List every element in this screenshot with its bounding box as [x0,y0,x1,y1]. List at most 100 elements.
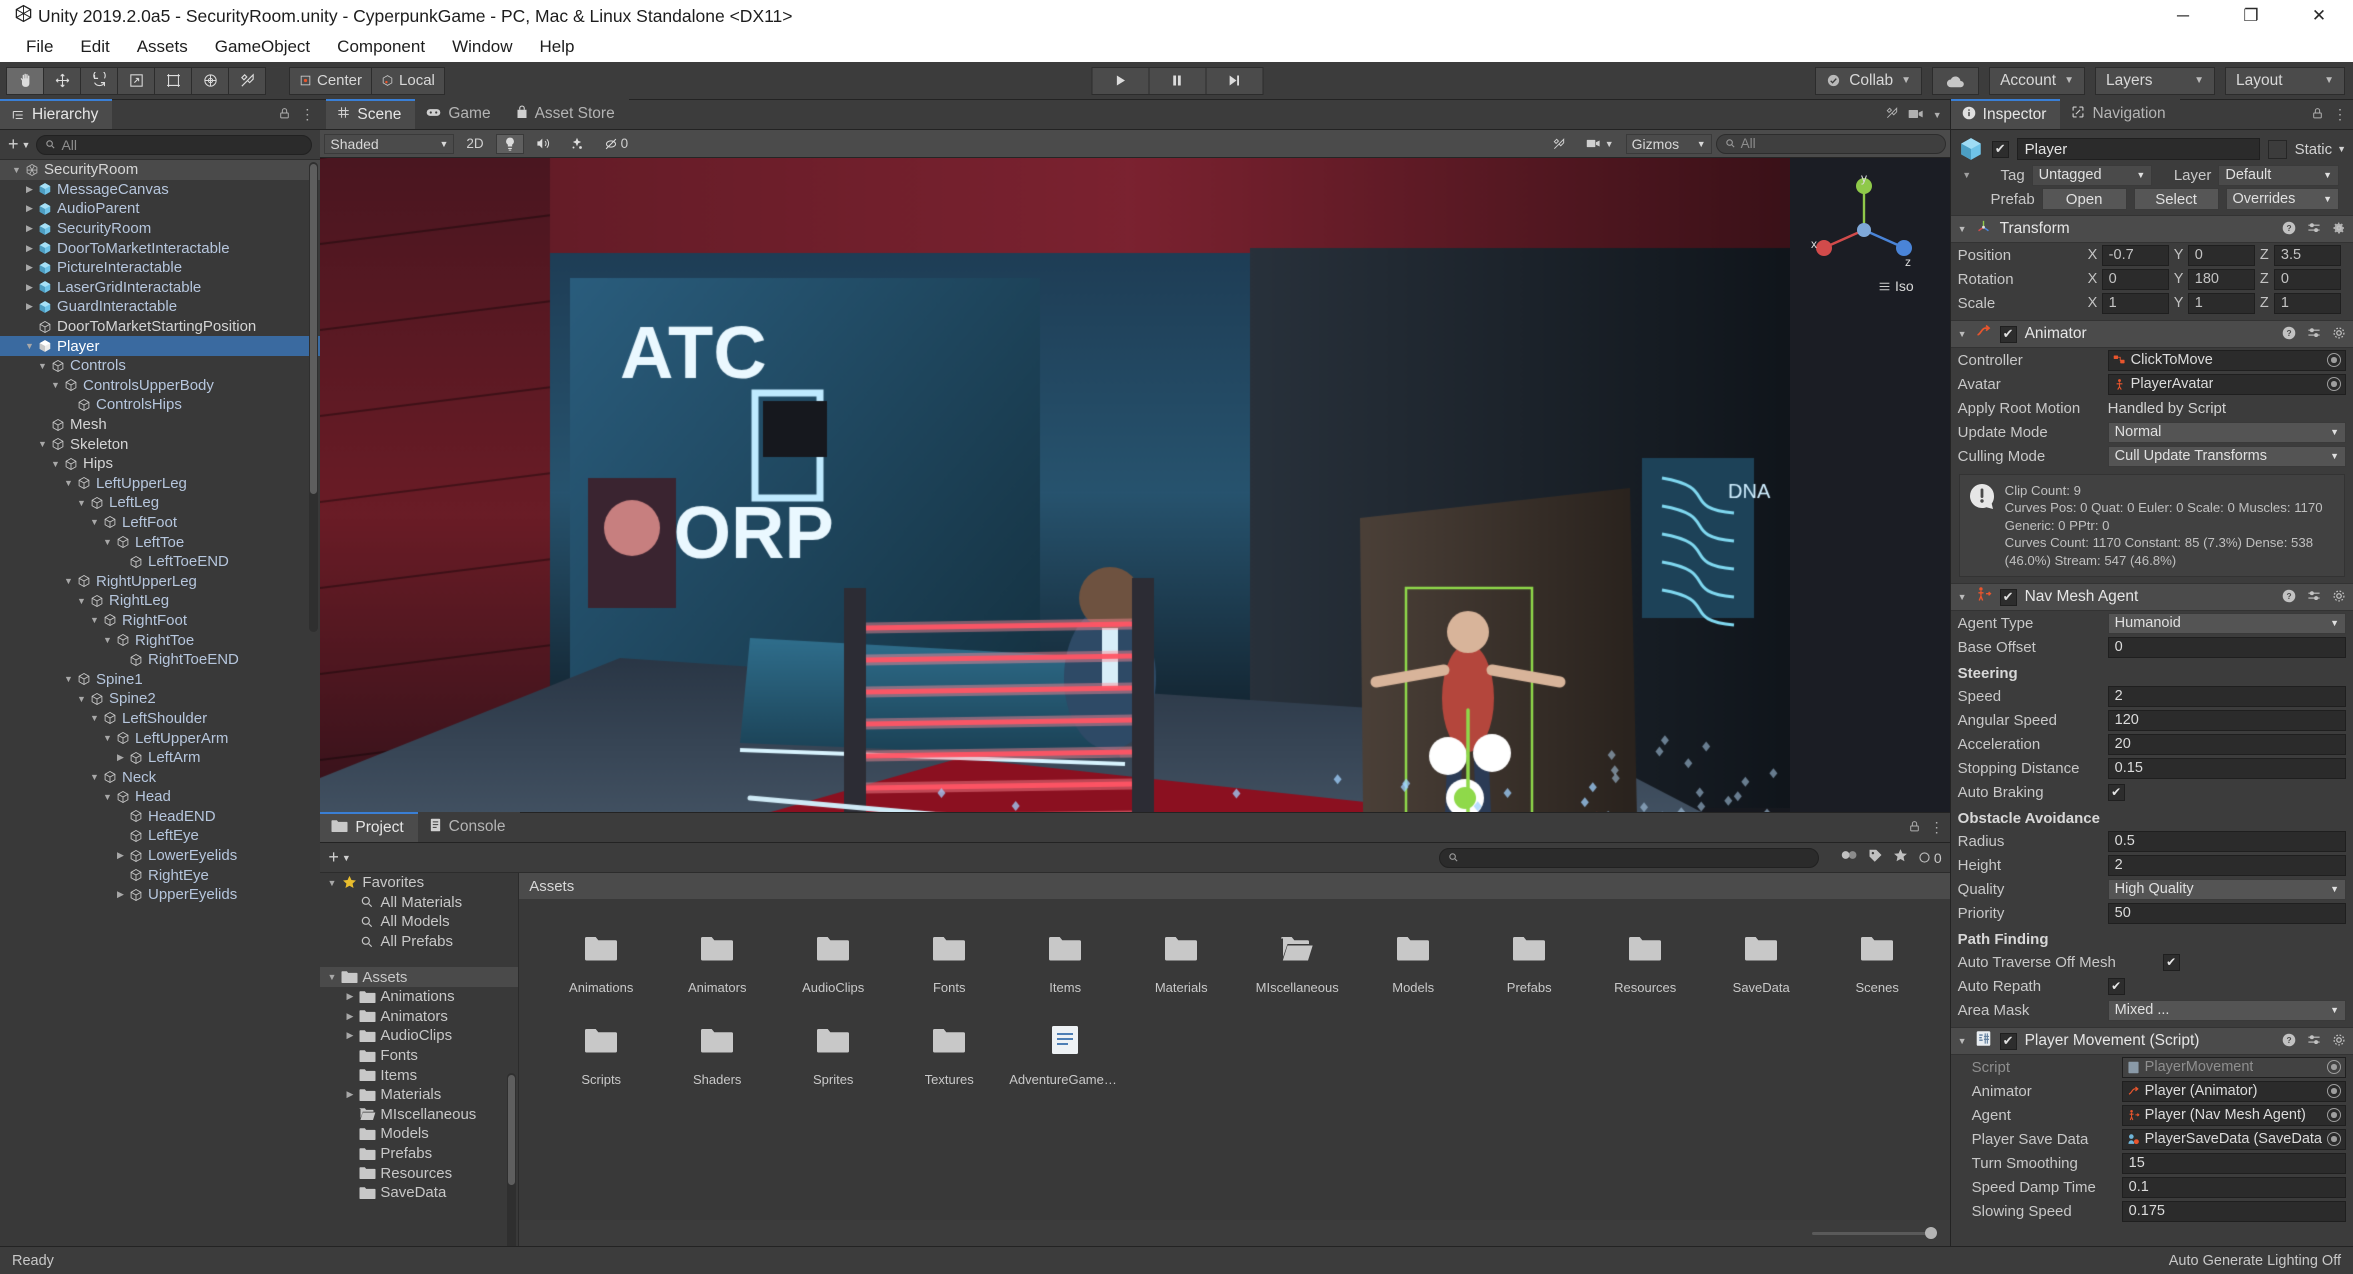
animator-controller-field[interactable]: ClickToMove [2108,350,2346,371]
maximize-button[interactable]: ❐ [2217,0,2285,32]
expand-arrow-icon[interactable]: ▼ [101,733,114,743]
lock-icon[interactable] [2311,107,2324,123]
asset-item[interactable]: Items [1007,925,1123,995]
transform-scale-z[interactable]: 1 [2274,293,2341,314]
hierarchy-row[interactable]: ▼ RightUpperLeg [0,571,320,591]
transform-position-y[interactable]: 0 [2188,245,2255,266]
hierarchy-row[interactable]: ▼ RightFoot [0,611,320,631]
menu-file[interactable]: File [14,34,65,60]
transform-tool-button[interactable] [191,67,229,95]
lock-icon[interactable] [1908,820,1921,836]
hierarchy-row[interactable]: ▼ Head [0,787,320,807]
hierarchy-root-row[interactable]: ▼ SecurityRoom [0,160,320,180]
transform-scale-y[interactable]: 1 [2188,293,2255,314]
tab-console[interactable]: Console [418,812,520,842]
pm-slow-input[interactable]: 0.175 [2122,1201,2346,1222]
hierarchy-row[interactable]: ▶ UpperEyelids [0,885,320,905]
custom-tool-button[interactable] [228,67,266,95]
panel-menu-icon[interactable]: ⋮ [300,106,314,123]
scene-gizmos-dropdown[interactable]: Gizmos ▼ [1626,134,1712,154]
hierarchy-row[interactable]: ▼ Player [0,336,320,356]
project-tree-scrollbar[interactable] [507,1073,516,1246]
tab-asset-store[interactable]: Asset Store [505,99,629,129]
menu-component[interactable]: Component [325,34,437,60]
asset-item[interactable]: Materials [1123,925,1239,995]
menu-gameobject[interactable]: GameObject [203,34,322,60]
menu-window[interactable]: Window [440,34,524,60]
project-tree-row[interactable]: ▶ Animators [320,1007,518,1027]
expand-arrow-icon[interactable]: ▶ [342,1030,357,1041]
hierarchy-row[interactable]: ▼ Hips [0,454,320,474]
component-header-playermovement[interactable]: ▼ ✔ Player Movement (Script) ? [1951,1027,2353,1055]
hierarchy-row[interactable]: LeftToeEND [0,552,320,572]
expand-arrow-icon[interactable]: ▶ [342,1011,357,1022]
step-button[interactable] [1205,67,1263,95]
pm-animator-field[interactable]: Player (Animator) [2122,1081,2346,1102]
pause-button[interactable] [1148,67,1206,95]
scene-camera-icon[interactable] [1908,107,1924,123]
asset-item[interactable]: Textures [891,1017,1007,1087]
asset-item[interactable]: AdventureGameS... [1007,1017,1123,1087]
layout-button[interactable]: Layout ▼ [2225,67,2345,95]
expand-arrow-icon[interactable]: ▼ [75,694,88,704]
object-picker-icon[interactable] [2327,1108,2341,1122]
hierarchy-row[interactable]: ▼ LeftToe [0,532,320,552]
cloud-button[interactable] [1932,67,1979,95]
project-tree-row[interactable]: Items [320,1065,518,1085]
project-search-input[interactable] [1439,848,1819,868]
help-icon[interactable]: ? [2282,589,2296,606]
project-tree-row[interactable]: ▼ Assets [320,967,518,987]
account-button[interactable]: Account ▼ [1989,67,2085,95]
animator-avatar-field[interactable]: PlayerAvatar [2108,374,2346,395]
scene-view[interactable]: y x z Iso [320,158,1949,812]
help-icon[interactable]: ? [2282,326,2296,343]
project-tree-row[interactable]: ▶ Materials [320,1085,518,1105]
rotate-tool-button[interactable] [80,67,118,95]
hierarchy-row[interactable]: ▼ LeftShoulder [0,709,320,729]
component-header-navmeshagent[interactable]: ▼ ✔ Nav Mesh Agent ? [1951,583,2353,611]
transform-position-x[interactable]: -0.7 [2102,245,2169,266]
menu-edit[interactable]: Edit [68,34,121,60]
layers-button[interactable]: Layers ▼ [2095,67,2215,95]
hand-tool-button[interactable] [6,67,44,95]
asset-item[interactable]: Sprites [775,1017,891,1087]
expand-arrow-icon[interactable]: ▼ [62,478,75,488]
scene-hidden-objects-toggle[interactable]: 0 [596,134,637,154]
expand-arrow-icon[interactable]: ▶ [23,203,36,214]
project-tree-row[interactable]: ▶ AudioClips [320,1026,518,1046]
expand-arrow-icon[interactable]: ▼ [101,537,114,547]
move-tool-button[interactable] [43,67,81,95]
playermovement-enabled-checkbox[interactable]: ✔ [2000,1033,2017,1050]
asset-item[interactable]: Models [1355,925,1471,995]
scale-tool-button[interactable] [117,67,155,95]
navmesh-quality-dropdown[interactable]: High Quality ▼ [2108,879,2346,900]
pm-turn-input[interactable]: 15 [2122,1153,2346,1174]
hierarchy-row[interactable]: ▶ AudioParent [0,199,320,219]
object-picker-icon[interactable] [2327,1060,2341,1074]
project-tree-row[interactable]: Prefabs [320,1144,518,1164]
create-asset-button[interactable]: + ▼ [328,847,350,868]
navmesh-baseoffset-input[interactable]: 0 [2108,637,2346,658]
asset-item[interactable]: Animators [659,925,775,995]
hierarchy-row[interactable]: RightEye [0,865,320,885]
preset-icon[interactable] [2307,221,2321,238]
animator-cullingmode-dropdown[interactable]: Cull Update Transforms ▼ [2108,446,2346,467]
hierarchy-row[interactable]: ▼ LeftUpperArm [0,728,320,748]
hierarchy-row[interactable]: ▼ ControlsUpperBody [0,376,320,396]
navmesh-height-input[interactable]: 2 [2108,855,2346,876]
project-tree-row[interactable]: SaveData [320,1183,518,1203]
collapse-arrow-icon[interactable]: ▼ [1958,329,1967,339]
transform-position-z[interactable]: 3.5 [2274,245,2341,266]
project-tree-row[interactable]: MIscellaneous [320,1105,518,1125]
asset-grid[interactable]: Animations Animators AudioClips Fonts Items M… [519,899,1949,1220]
navmesh-speed-input[interactable]: 2 [2108,686,2346,707]
expand-arrow-icon[interactable]: ▼ [36,361,49,371]
static-checkbox[interactable] [2268,140,2287,159]
hierarchy-row[interactable]: ControlsHips [0,395,320,415]
expand-arrow-icon[interactable]: ▼ [324,972,339,982]
asset-zoom-knob[interactable] [1925,1227,1937,1239]
hierarchy-row[interactable]: ▼ Spine1 [0,669,320,689]
expand-arrow-icon[interactable]: ▶ [342,1089,357,1100]
object-name-input[interactable]: Player [2017,138,2260,160]
hierarchy-row[interactable]: ▼ Controls [0,356,320,376]
